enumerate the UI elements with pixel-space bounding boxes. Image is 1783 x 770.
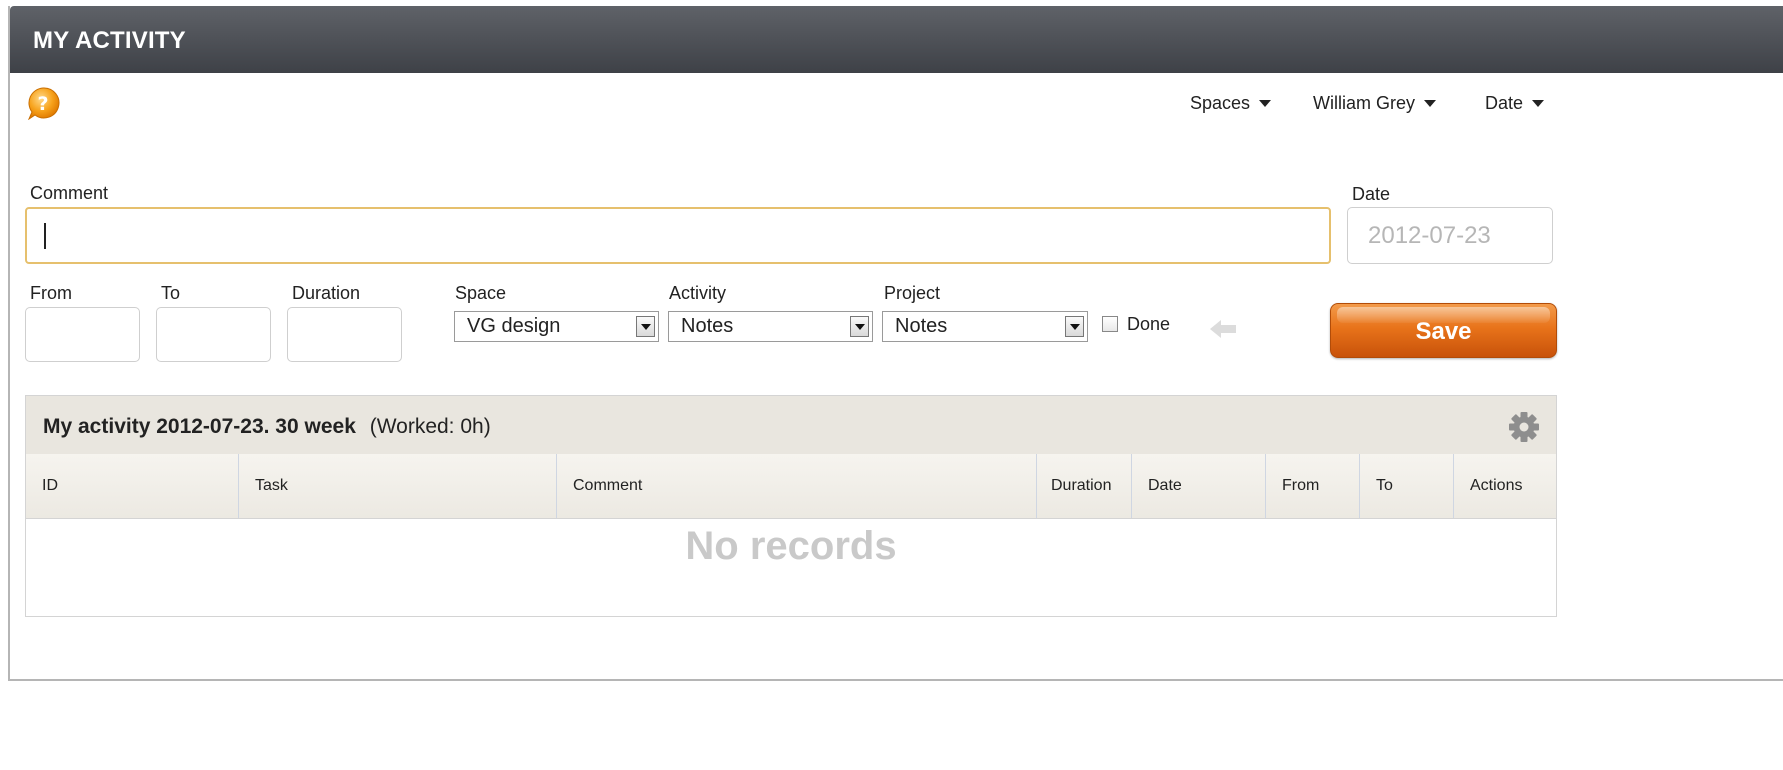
column-header-from[interactable]: From: [1266, 454, 1360, 518]
date-input[interactable]: 2012-07-23: [1347, 207, 1553, 264]
user-menu[interactable]: William Grey: [1313, 93, 1436, 114]
duration-label: Duration: [292, 283, 361, 303]
chevron-down-icon: [636, 316, 655, 337]
column-header-to[interactable]: To: [1360, 454, 1454, 518]
gear-icon[interactable]: [1507, 410, 1541, 444]
spaces-menu-label: Spaces: [1190, 93, 1251, 113]
comment-input[interactable]: [25, 207, 1331, 264]
empty-state-text: No records: [685, 524, 897, 568]
spaces-menu[interactable]: Spaces: [1190, 93, 1272, 114]
panel-title: My activity 2012-07-23. 30 week (Worked:…: [43, 415, 491, 439]
worked-hours: (Worked: 0h): [369, 415, 491, 438]
panel-title-main: My activity 2012-07-23. 30 week: [43, 415, 356, 438]
date-menu[interactable]: Date: [1485, 93, 1545, 114]
save-button-label: Save: [1415, 318, 1472, 345]
panel-header: My activity 2012-07-23. 30 week (Worked:…: [26, 396, 1556, 454]
title-bar: MY ACTIVITY: [10, 6, 1783, 73]
save-button[interactable]: Save: [1330, 303, 1557, 358]
from-label: From: [30, 283, 72, 303]
project-select[interactable]: Notes: [882, 311, 1088, 342]
activity-select-value: Notes: [681, 315, 734, 337]
user-menu-label: William Grey: [1313, 93, 1415, 113]
column-header-duration[interactable]: Duration: [1037, 454, 1132, 518]
done-label: Done: [1127, 314, 1171, 334]
activity-panel: My activity 2012-07-23. 30 week (Worked:…: [25, 395, 1557, 617]
help-icon[interactable]: ?: [26, 86, 60, 120]
duration-input[interactable]: [287, 307, 402, 362]
to-label: To: [161, 283, 181, 303]
column-header-actions: Actions: [1470, 477, 1523, 494]
date-menu-label: Date: [1485, 93, 1524, 113]
space-select[interactable]: VG design: [454, 311, 659, 342]
svg-text:?: ?: [37, 93, 48, 115]
chevron-down-icon: [850, 316, 869, 337]
activity-label: Activity: [669, 283, 727, 303]
chevron-down-icon: [1259, 99, 1272, 107]
page-title: MY ACTIVITY: [33, 27, 186, 54]
project-select-value: Notes: [895, 315, 948, 337]
column-header-id[interactable]: ID: [26, 454, 239, 518]
chevron-down-icon: [1532, 99, 1545, 107]
space-label: Space: [455, 283, 507, 303]
comment-label: Comment: [30, 183, 109, 203]
to-input[interactable]: [156, 307, 271, 362]
arrow-left-icon[interactable]: [1209, 318, 1237, 340]
column-header-task[interactable]: Task: [239, 454, 557, 518]
from-input[interactable]: [25, 307, 140, 362]
chevron-down-icon: [1065, 316, 1084, 337]
table-header: ID Task Comment Duration Date From To Ac…: [26, 454, 1556, 519]
column-header-comment[interactable]: Comment: [557, 454, 1037, 518]
project-label: Project: [884, 283, 941, 303]
text-cursor: [44, 223, 46, 249]
space-select-value: VG design: [467, 315, 561, 337]
date-label: Date: [1352, 184, 1391, 204]
column-header-date[interactable]: Date: [1132, 454, 1266, 518]
activity-select[interactable]: Notes: [668, 311, 873, 342]
chevron-down-icon: [1424, 99, 1436, 107]
done-checkbox[interactable]: [1102, 316, 1118, 332]
